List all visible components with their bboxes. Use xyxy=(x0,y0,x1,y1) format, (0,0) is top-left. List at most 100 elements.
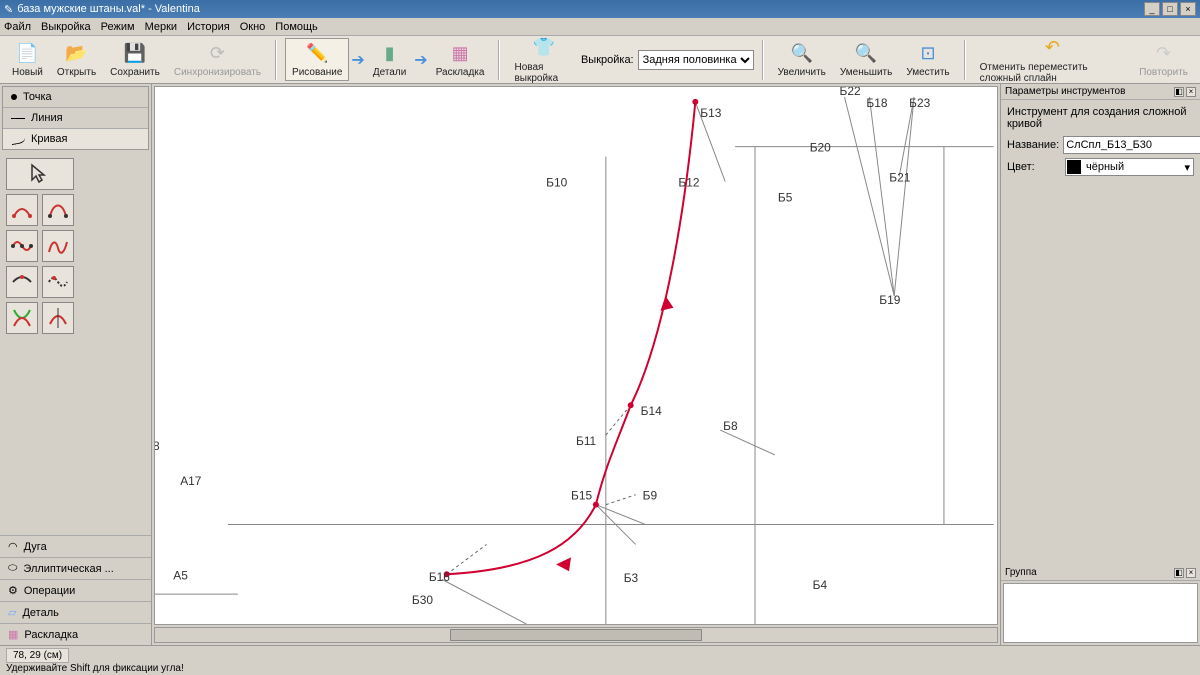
params-panel-header: Параметры инструментов ◧× xyxy=(1001,84,1200,100)
detail-icon: ▮ xyxy=(378,41,402,65)
svg-text:А5: А5 xyxy=(173,568,188,582)
layout-mode-button[interactable]: ▦Раскладка xyxy=(430,39,491,80)
redo-icon: ↷ xyxy=(1152,41,1176,65)
svg-text:А17: А17 xyxy=(180,474,202,488)
bezier-curve-tool[interactable] xyxy=(42,194,74,226)
tab-arc[interactable]: ◠Дуга xyxy=(0,535,151,557)
separator xyxy=(964,40,966,80)
window-title: база мужские штаны.val* - Valentina xyxy=(17,3,200,15)
zoom-out-button[interactable]: 🔍Уменьшить xyxy=(834,39,898,80)
maximize-button[interactable]: □ xyxy=(1162,2,1178,16)
gear-icon: ⚙ xyxy=(8,584,18,597)
float-icon[interactable]: ◧ xyxy=(1174,568,1184,578)
group-list[interactable] xyxy=(1003,583,1198,643)
name-input[interactable] xyxy=(1063,136,1200,154)
menu-mode[interactable]: Режим xyxy=(101,21,135,33)
zoom-out-icon: 🔍 xyxy=(854,41,878,65)
color-label: Цвет: xyxy=(1007,161,1061,173)
svg-text:Б5: Б5 xyxy=(778,190,793,204)
svg-text:Б3: Б3 xyxy=(624,571,639,585)
name-label: Название: xyxy=(1007,139,1059,151)
draw-mode-button[interactable]: ✏️Рисование xyxy=(285,38,349,81)
detail-icon: ▱ xyxy=(8,606,16,619)
pencil-icon: ✏️ xyxy=(305,41,329,65)
save-button[interactable]: 💾Сохранить xyxy=(104,39,166,80)
zoom-fit-button[interactable]: ⊡Уместить xyxy=(900,39,955,80)
pattern-select[interactable]: Задняя половинка xyxy=(638,50,754,70)
svg-text:Б23: Б23 xyxy=(909,96,930,110)
undo-icon: ↶ xyxy=(1040,36,1064,60)
simple-curve-tool[interactable] xyxy=(6,194,38,226)
sync-icon: ⟳ xyxy=(205,41,229,65)
open-icon: 📂 xyxy=(65,41,89,65)
open-button[interactable]: 📂Открыть xyxy=(51,39,102,80)
float-icon[interactable]: ◧ xyxy=(1174,87,1184,97)
details-mode-button[interactable]: ▮Детали xyxy=(367,39,412,80)
zoom-in-button[interactable]: 🔍Увеличить xyxy=(772,39,832,80)
svg-text:Б4: Б4 xyxy=(813,578,828,592)
close-panel-icon[interactable]: × xyxy=(1186,568,1196,578)
scroll-thumb[interactable] xyxy=(450,629,703,641)
svg-text:Б15: Б15 xyxy=(571,489,592,503)
arrow-icon: ➔ xyxy=(351,50,364,70)
new-pattern-button[interactable]: 👕Новая выкройка xyxy=(508,34,578,86)
menu-file[interactable]: Файл xyxy=(4,21,31,33)
curve-tools xyxy=(6,158,145,334)
svg-text:Б10: Б10 xyxy=(546,175,567,189)
menu-window[interactable]: Окно xyxy=(240,21,266,33)
horizontal-scrollbar[interactable] xyxy=(154,627,998,643)
compound-curve-tool[interactable] xyxy=(6,230,38,262)
primitive-tabs: Точка Линия Кривая xyxy=(2,86,149,150)
separator xyxy=(498,40,500,80)
menu-history[interactable]: История xyxy=(187,21,230,33)
menu-help[interactable]: Помощь xyxy=(275,21,318,33)
new-button[interactable]: 📄Новый xyxy=(6,39,49,80)
close-panel-icon[interactable]: × xyxy=(1186,87,1196,97)
svg-text:Б8: Б8 xyxy=(723,419,738,433)
svg-text:Б18: Б18 xyxy=(866,96,887,110)
tab-curve[interactable]: Кривая xyxy=(3,129,148,149)
cut-compound-tool[interactable] xyxy=(42,266,74,298)
new-pattern-icon: 👕 xyxy=(532,36,556,60)
redo-button[interactable]: ↷Повторить xyxy=(1133,39,1194,80)
status-hint: Удерживайте Shift для фиксации угла! xyxy=(6,663,1194,674)
svg-text:Б30: Б30 xyxy=(412,593,433,607)
tab-detail[interactable]: ▱Деталь xyxy=(0,601,151,623)
separator xyxy=(762,40,764,80)
chevron-down-icon: ▾ xyxy=(1181,161,1193,174)
point-icon xyxy=(11,94,17,100)
minimize-button[interactable]: _ xyxy=(1144,2,1160,16)
zoom-in-icon: 🔍 xyxy=(790,41,814,65)
curve-intersect-tool[interactable] xyxy=(6,302,38,334)
curve-intersect-axis-tool[interactable] xyxy=(42,302,74,334)
svg-text:Б13: Б13 xyxy=(700,106,721,120)
pointer-tool[interactable] xyxy=(6,158,74,190)
menu-pattern[interactable]: Выкройка xyxy=(41,21,91,33)
pattern-label: Выкройка: xyxy=(581,54,634,66)
compound-bezier-tool[interactable] xyxy=(42,230,74,262)
save-icon: 💾 xyxy=(123,41,147,65)
status-bar: 78, 29 (см) Удерживайте Shift для фиксац… xyxy=(0,645,1200,675)
left-bottom-tabs: ◠Дуга ⬭Эллиптическая ... ⚙Операции ▱Дета… xyxy=(0,535,151,645)
undo-button[interactable]: ↶Отменить переместить сложный сплайн xyxy=(974,34,1132,86)
svg-text:Б20: Б20 xyxy=(810,141,831,155)
svg-text:Б12: Б12 xyxy=(678,175,699,189)
drafting-canvas[interactable]: А2 А18 А17 А5 Б10 Б12 Б13 Б5 Б20 Б22 Б18… xyxy=(154,86,998,625)
svg-text:А18: А18 xyxy=(155,439,160,453)
tab-operations[interactable]: ⚙Операции xyxy=(0,579,151,601)
main-toolbar: 📄Новый 📂Открыть 💾Сохранить ⟳Синхронизиро… xyxy=(0,36,1200,84)
svg-text:Б14: Б14 xyxy=(641,404,662,418)
sync-button[interactable]: ⟳Синхронизировать xyxy=(168,39,267,80)
arc-icon: ◠ xyxy=(8,540,18,553)
cut-curve-tool[interactable] xyxy=(6,266,38,298)
tab-point[interactable]: Точка xyxy=(3,87,148,108)
menu-measurements[interactable]: Мерки xyxy=(145,21,177,33)
cursor-position: 78, 29 (см) xyxy=(6,648,69,663)
tab-line[interactable]: Линия xyxy=(3,108,148,129)
close-button[interactable]: × xyxy=(1180,2,1196,16)
new-icon: 📄 xyxy=(15,41,39,65)
tab-layout[interactable]: ▦Раскладка xyxy=(0,623,151,645)
layout-icon: ▦ xyxy=(448,41,472,65)
tab-ellipse[interactable]: ⬭Эллиптическая ... xyxy=(0,557,151,579)
color-select[interactable]: чёрный ▾ xyxy=(1065,158,1194,176)
